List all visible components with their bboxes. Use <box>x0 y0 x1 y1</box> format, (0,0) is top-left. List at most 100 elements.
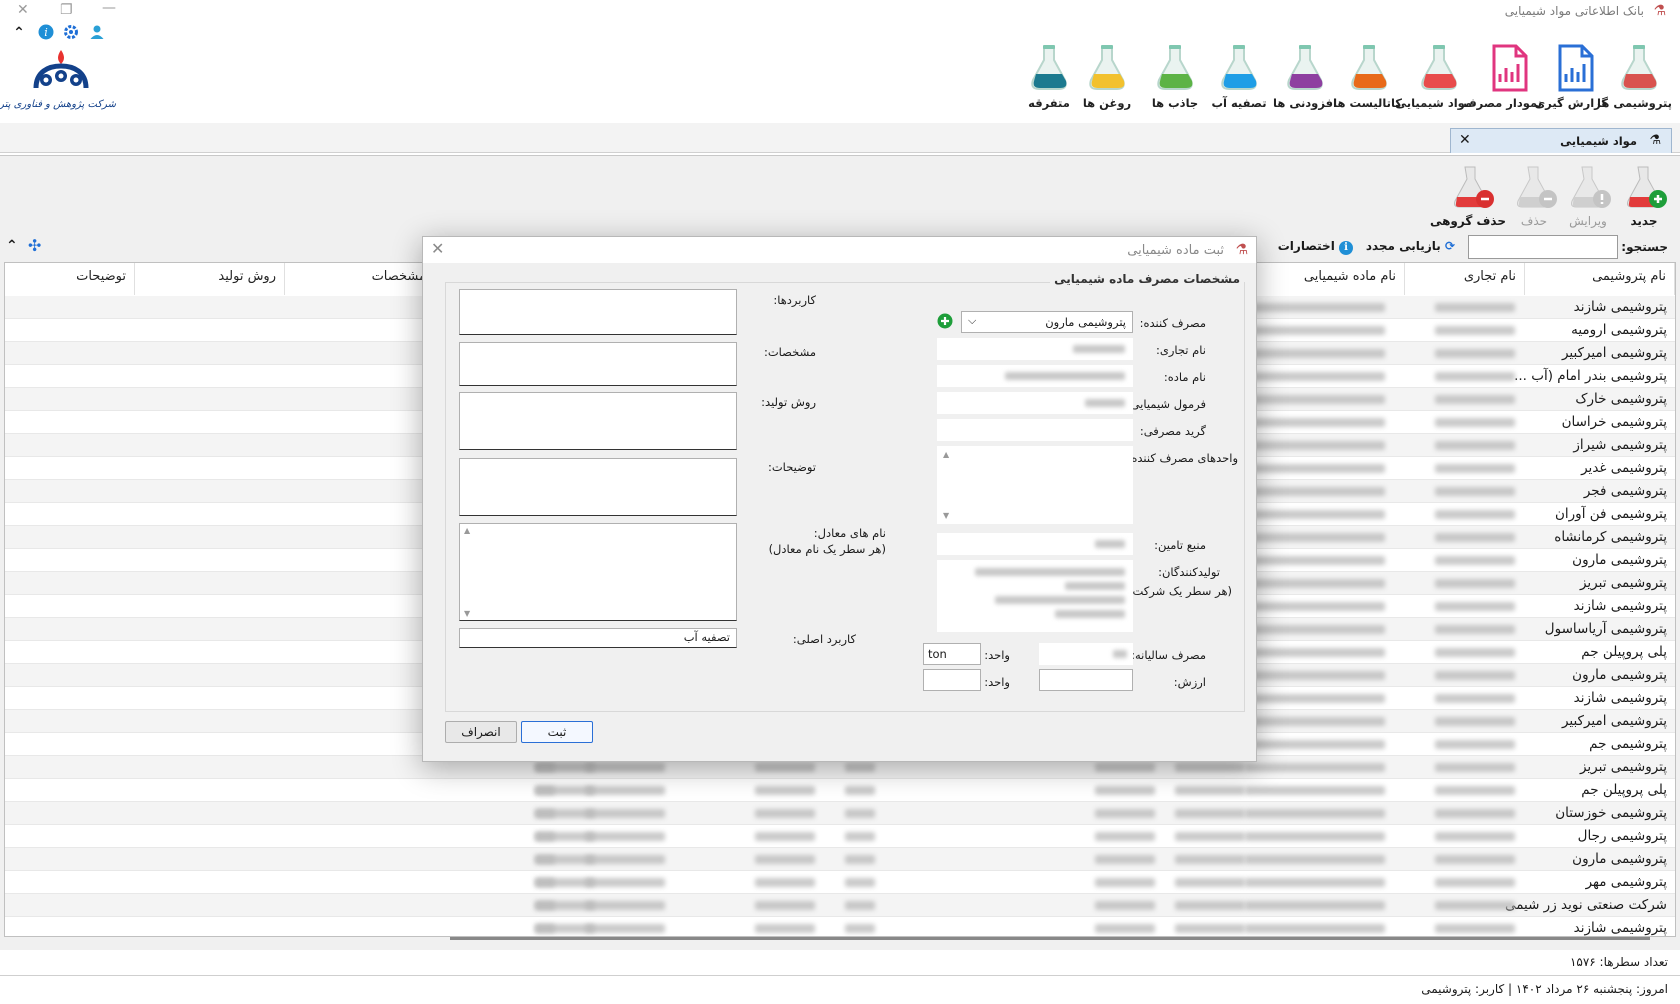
grade-field[interactable] <box>937 419 1133 441</box>
equivalent-names-textarea[interactable]: ▲ ▼ <box>459 523 737 621</box>
ribbon-label: کاتالیست ها <box>1333 96 1402 110</box>
redacted-cell <box>1245 418 1385 427</box>
document-tab-strip <box>0 123 1680 153</box>
shortcuts-button[interactable]: i اختصارات <box>1278 239 1353 255</box>
info-icon[interactable]: i <box>37 24 55 42</box>
user-icon[interactable] <box>88 24 106 42</box>
main-use-field[interactable]: تصفیه آب <box>459 628 737 648</box>
ribbon-button-adsorbent[interactable]: جاذب ها <box>1142 44 1208 120</box>
table-row[interactable]: پلی پروپیلن جم <box>5 779 1675 802</box>
value-unit-label: واحد: <box>984 675 1010 689</box>
redacted-cell <box>845 901 875 910</box>
column-header[interactable]: نام تجاری <box>1405 263 1525 295</box>
production-method-textarea[interactable] <box>459 392 737 450</box>
value-unit-field[interactable] <box>923 669 981 691</box>
table-row[interactable]: پتروشیمی رجال <box>5 825 1675 848</box>
company-logo-text: شرکت پژوهش و فناوری پتروشیمی <box>0 99 116 110</box>
close-window-icon[interactable]: ✕ <box>17 2 29 18</box>
redacted-cell <box>1245 717 1385 726</box>
ribbon-button-additive[interactable]: افزودنی ها <box>1272 44 1338 120</box>
column-header[interactable]: نام ماده شیمیایی <box>1275 263 1405 295</box>
new-button[interactable]: جدید <box>1616 163 1672 233</box>
collapse-ribbon-icon[interactable]: ⌃ <box>10 24 28 42</box>
redacted-cell <box>585 855 665 864</box>
redacted-cell <box>585 809 665 818</box>
table-row[interactable]: پتروشیمی مهر <box>5 871 1675 894</box>
collapse-toolbar-icon[interactable]: ⌃ <box>6 238 18 254</box>
table-row[interactable]: پتروشیمی خوزستان <box>5 802 1675 825</box>
table-row[interactable]: پتروشیمی شازند <box>5 917 1675 936</box>
ribbon-label: تصفیه آب <box>1211 96 1267 110</box>
add-consumer-icon[interactable] <box>937 313 953 332</box>
redacted-cell <box>1435 441 1515 450</box>
producers-label: تولیدکنندگان: <box>1158 565 1220 579</box>
description-textarea[interactable] <box>459 458 737 516</box>
material-name-label: نام ماده: <box>1163 370 1206 384</box>
refresh-button[interactable]: ⟳ بازیابی مجدد <box>1366 239 1455 253</box>
consumer-select[interactable]: پتروشیمی مارون ⌵ <box>961 311 1133 333</box>
column-header[interactable]: مشخصات <box>285 263 435 295</box>
petrochemical-name-cell: پتروشیمی امیرکبیر <box>1561 345 1667 361</box>
redacted-cell <box>845 878 875 887</box>
ribbon-button-report[interactable]: گزارش گیری <box>1535 44 1608 120</box>
specs-textarea[interactable] <box>459 342 737 386</box>
minimize-window-icon[interactable]: — <box>102 0 116 16</box>
uses-textarea[interactable] <box>459 289 737 335</box>
table-row[interactable]: پتروشیمی مارون <box>5 848 1675 871</box>
column-header[interactable]: نام پتروشیمی <box>1525 263 1675 295</box>
ribbon-label: جاذب ها <box>1151 96 1199 110</box>
ribbon-button-catalyst[interactable]: کاتالیست ها <box>1333 44 1402 120</box>
expand-columns-icon[interactable]: ✣ <box>28 236 41 255</box>
close-tab-icon[interactable]: ✕ <box>1459 132 1471 148</box>
redacted-cell <box>1435 349 1515 358</box>
horizontal-scrollbar[interactable] <box>450 937 1650 940</box>
petrochemical-icon <box>1618 44 1660 92</box>
value-label: ارزش: <box>1173 675 1206 689</box>
consumer-units-list[interactable]: ▲ ▼ <box>937 446 1133 524</box>
delete-button[interactable]: حذف <box>1506 163 1562 233</box>
redacted-cell <box>1435 326 1515 335</box>
table-row[interactable]: شرکت صنعتی نوید زر شیمی <box>5 894 1675 917</box>
row-count: تعداد سطرها: ۱۵۷۶ <box>1569 955 1668 969</box>
submit-button[interactable]: ثبت <box>521 721 593 743</box>
edit-button[interactable]: ویرایش <box>1560 163 1616 233</box>
ribbon-button-petrochemical[interactable]: پتروشیمی ها <box>1597 44 1672 120</box>
redacted-cell <box>755 786 815 795</box>
redacted-cell <box>1435 855 1515 864</box>
redacted-cell <box>535 809 555 818</box>
cancel-button[interactable]: انصراف <box>445 721 517 743</box>
ribbon-button-water-treatment[interactable]: تصفیه آب <box>1206 44 1272 120</box>
redacted-cell <box>585 832 665 841</box>
chart-icon <box>1488 44 1530 92</box>
redacted-cell <box>845 809 875 818</box>
material-name-field[interactable] <box>937 365 1133 387</box>
settings-icon[interactable] <box>62 24 80 42</box>
redacted-cell <box>585 878 665 887</box>
search-input[interactable] <box>1468 235 1618 259</box>
redacted-cell <box>755 809 815 818</box>
supply-source-field[interactable] <box>937 533 1133 555</box>
redacted-cell <box>1245 441 1385 450</box>
tab-chemicals[interactable]: ⚗ مواد شیمیایی ✕ <box>1450 128 1672 153</box>
restore-window-icon[interactable]: ❐ <box>60 2 73 18</box>
delete-flask-icon <box>1517 166 1557 208</box>
annual-consumption-field[interactable] <box>1039 643 1133 665</box>
close-dialog-icon[interactable]: ✕ <box>431 239 444 258</box>
column-header[interactable]: توضیحات <box>5 263 135 295</box>
ribbon-button-chemicals[interactable]: مواد شیمیایی <box>1395 44 1472 120</box>
column-header[interactable]: روش تولید <box>135 263 285 295</box>
trade-name-field[interactable] <box>937 338 1133 360</box>
ribbon-button-chart[interactable]: نمودار مصرف <box>1463 44 1542 120</box>
value-field[interactable] <box>1039 669 1133 691</box>
annual-unit-field[interactable]: ton <box>923 643 981 665</box>
redacted-cell <box>535 855 555 864</box>
petrochemical-name-cell: پتروشیمی خارک <box>1575 391 1667 407</box>
ribbon-button-misc[interactable]: متفرقه <box>1016 44 1082 120</box>
scroll-down-icon: ▼ <box>464 609 471 618</box>
edit-flask-icon <box>1571 166 1611 208</box>
formula-field[interactable] <box>937 392 1133 414</box>
catalyst-icon <box>1348 44 1390 92</box>
group-delete-button[interactable]: حذف گروهی <box>1430 163 1506 233</box>
ribbon-button-oil[interactable]: روغن ها <box>1074 44 1140 120</box>
producers-textarea[interactable] <box>937 560 1133 632</box>
